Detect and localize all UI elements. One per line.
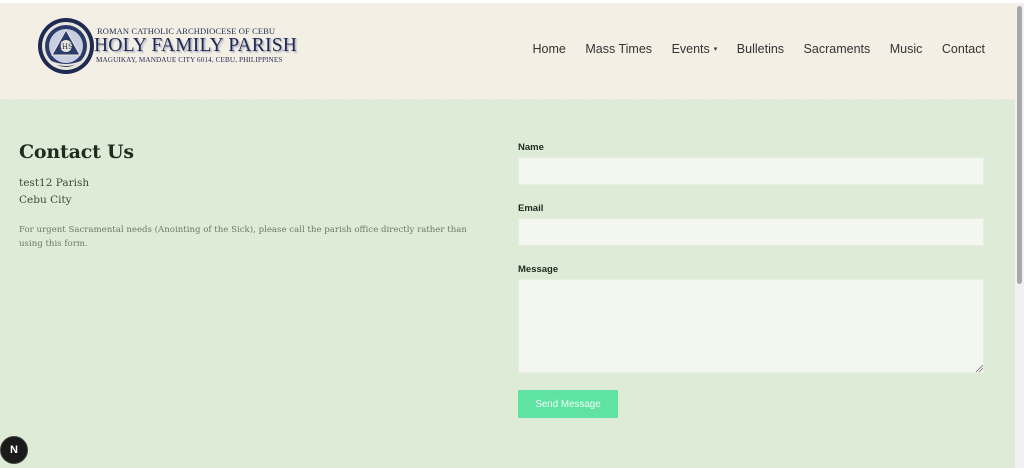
resize-grip-icon[interactable] bbox=[976, 365, 983, 372]
page-title: Contact Us bbox=[19, 141, 134, 163]
name-label: Name bbox=[518, 142, 544, 153]
nav-item-sacraments[interactable]: Sacraments bbox=[804, 42, 871, 56]
address-line-2: Cebu City bbox=[19, 194, 72, 206]
send-message-button[interactable]: Send Message bbox=[518, 390, 618, 418]
site-header: IHS ROMAN CATHOLIC ARCHDIOCESE OF CEBU H… bbox=[0, 3, 1015, 99]
nav-item-contact[interactable]: Contact bbox=[942, 42, 985, 56]
devtools-label: N bbox=[10, 444, 18, 456]
scrollbar[interactable] bbox=[1015, 3, 1024, 468]
nav-item-music[interactable]: Music bbox=[890, 42, 923, 56]
nav-item-home[interactable]: Home bbox=[533, 42, 566, 56]
caret-down-icon: ▾ bbox=[713, 46, 718, 53]
main-nav: Home Mass Times Events ▾ Bulletins Sacram… bbox=[533, 42, 985, 56]
nav-item-label: Mass Times bbox=[585, 42, 653, 56]
nav-item-label: Home bbox=[532, 42, 566, 56]
site-logo[interactable]: IHS ROMAN CATHOLIC ARCHDIOCESE OF CEBU H… bbox=[37, 17, 297, 77]
page: IHS ROMAN CATHOLIC ARCHDIOCESE OF CEBU H… bbox=[0, 3, 1015, 468]
logo-main-line: HOLY FAMILY PARISH bbox=[94, 35, 298, 56]
nav-item-label: Bulletins bbox=[736, 42, 785, 56]
devtools-toggle-button[interactable]: N bbox=[0, 436, 28, 464]
nav-item-bulletins[interactable]: Bulletins bbox=[737, 42, 784, 56]
parish-seal-icon: IHS bbox=[38, 18, 94, 74]
header-scalloped-edge bbox=[0, 97, 1015, 102]
email-field[interactable] bbox=[518, 218, 984, 246]
nav-item-label: Sacraments bbox=[803, 42, 871, 56]
nav-item-label: Contact bbox=[941, 42, 985, 56]
nav-item-mass-times[interactable]: Mass Times bbox=[585, 42, 652, 56]
logo-bottom-line: MAGUIKAY, MANDAUE CITY 6014, CEBU, PHILI… bbox=[96, 56, 283, 64]
nav-item-events[interactable]: Events ▾ bbox=[672, 42, 718, 56]
message-field[interactable] bbox=[518, 279, 984, 373]
name-field[interactable] bbox=[518, 157, 984, 185]
svg-text:IHS: IHS bbox=[59, 43, 73, 51]
nav-item-label: Music bbox=[889, 42, 923, 56]
scrollbar-thumb[interactable] bbox=[1017, 6, 1022, 284]
urgent-note: For urgent Sacramental needs (Anointing … bbox=[19, 225, 467, 249]
nav-item-label: Events bbox=[671, 42, 710, 56]
email-label: Email bbox=[518, 203, 544, 214]
address-line-1: test12 Parish bbox=[19, 177, 90, 189]
message-label: Message bbox=[518, 264, 559, 275]
